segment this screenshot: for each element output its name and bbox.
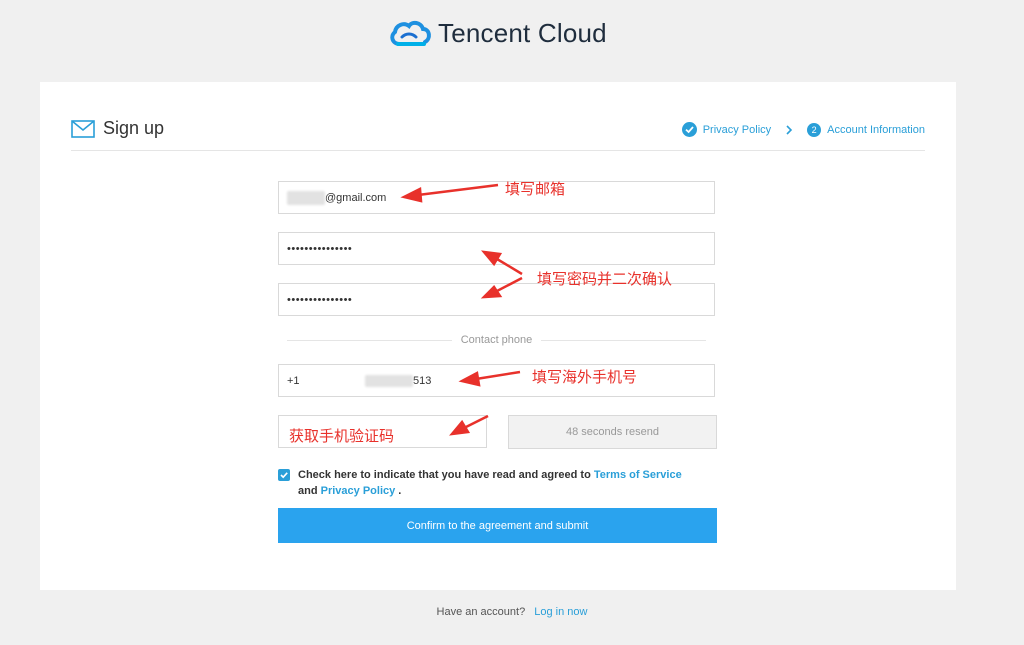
- annotation-arrows: [400, 183, 523, 436]
- arrow-to-password: [481, 250, 523, 276]
- annotation-phone: 填写海外手机号: [532, 368, 638, 386]
- annotation-email: 填写邮箱: [505, 180, 566, 198]
- annotation-password: 填写密码并二次确认: [537, 270, 673, 288]
- arrow-to-code: [449, 414, 489, 436]
- arrow-to-phone: [458, 370, 521, 387]
- annotation-code: 获取手机验证码: [289, 427, 395, 445]
- arrow-to-email: [400, 183, 499, 203]
- arrow-to-confirm-password: [480, 276, 523, 299]
